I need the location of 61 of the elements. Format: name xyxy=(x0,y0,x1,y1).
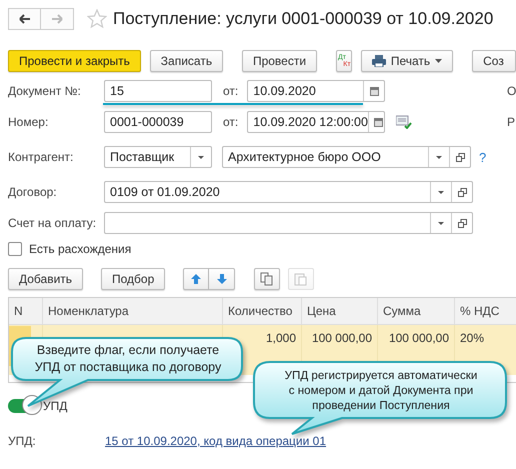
table-button[interactable]: Подбор xyxy=(101,268,166,290)
open-icon xyxy=(458,188,466,196)
open-icon xyxy=(458,218,466,228)
caret-icon xyxy=(198,156,204,158)
calendar-icon xyxy=(370,86,379,96)
post-and-close-button[interactable]: Провести и закрыть xyxy=(8,50,141,72)
date-time-field[interactable]: 10.09.2020 12:00:00 xyxy=(247,111,386,133)
counterparty-field[interactable]: Архитектурное бюро ООО xyxy=(222,146,471,168)
field-label: от: xyxy=(223,84,238,98)
copy-button[interactable] xyxy=(254,268,280,290)
number-field[interactable]: 0001-000039 xyxy=(104,111,212,133)
printer-icon xyxy=(372,55,386,67)
document-number-field[interactable]: 15 xyxy=(104,80,212,102)
field-label: от: xyxy=(223,115,238,129)
copy-icon xyxy=(260,272,274,286)
toggle-label: УПД xyxy=(43,399,68,413)
clipboard-icon xyxy=(294,272,308,286)
toolbar-button[interactable]: Записать xyxy=(150,50,223,72)
document-check-icon[interactable] xyxy=(396,115,412,129)
checkbox[interactable] xyxy=(8,242,22,256)
down-arrow-icon xyxy=(216,274,227,284)
field-label: Документ №: xyxy=(8,84,82,98)
toolbar-button[interactable]: Провести xyxy=(242,50,318,72)
type-dropdown[interactable]: Поставщик xyxy=(104,146,212,168)
cut-off-label: О xyxy=(507,84,516,98)
caret-icon xyxy=(438,222,444,224)
left-arrow-icon xyxy=(18,14,30,24)
column-header[interactable]: % НДС xyxy=(455,298,516,324)
cut-off-label: Р xyxy=(507,115,516,129)
column-header[interactable]: N xyxy=(9,298,43,324)
toolbar-button[interactable]: Соз xyxy=(472,50,516,72)
right-arrow-icon xyxy=(51,14,63,24)
date-field[interactable]: 10.09.2020 xyxy=(247,80,386,102)
invoice-field[interactable] xyxy=(104,212,473,234)
caret-icon xyxy=(435,59,442,63)
star-icon[interactable] xyxy=(87,9,107,29)
open-icon xyxy=(456,152,464,162)
contract-field[interactable]: 0109 от 01.09.2020 xyxy=(104,181,473,203)
back-button[interactable] xyxy=(8,8,41,30)
column-header[interactable]: Цена xyxy=(302,298,378,324)
move-up-button[interactable] xyxy=(183,268,210,290)
upd-link[interactable]: 15 от 10.09.2020, код вида операции 01 xyxy=(105,434,326,448)
checkbox-label: Есть расхождения xyxy=(29,242,132,256)
column-header[interactable]: Сумма xyxy=(378,298,455,324)
window-title: Поступление: услуги 0001-000039 от 10.09.2020 xyxy=(113,9,494,29)
callout-text: Взведите флаг, если получаете УПД от поставщика по договору xyxy=(34,342,222,376)
field-label: Номер: xyxy=(8,115,50,129)
column-header[interactable]: Номенклатура xyxy=(43,298,223,324)
column-header[interactable]: Количество xyxy=(223,298,302,324)
caret-icon xyxy=(436,156,442,158)
move-down-button[interactable] xyxy=(209,268,236,290)
field-label: Договор: xyxy=(8,185,58,199)
caret-icon xyxy=(438,190,444,194)
help-link[interactable]: ? xyxy=(479,150,486,164)
calendar-icon xyxy=(374,118,384,126)
print-button[interactable]: Печать xyxy=(360,50,454,72)
table-button[interactable]: Добавить xyxy=(8,268,83,290)
field-label: Счет на оплату: xyxy=(8,216,98,230)
field-label: УПД: xyxy=(8,434,37,448)
up-arrow-icon xyxy=(191,274,202,284)
field-label: Контрагент: xyxy=(8,150,74,164)
